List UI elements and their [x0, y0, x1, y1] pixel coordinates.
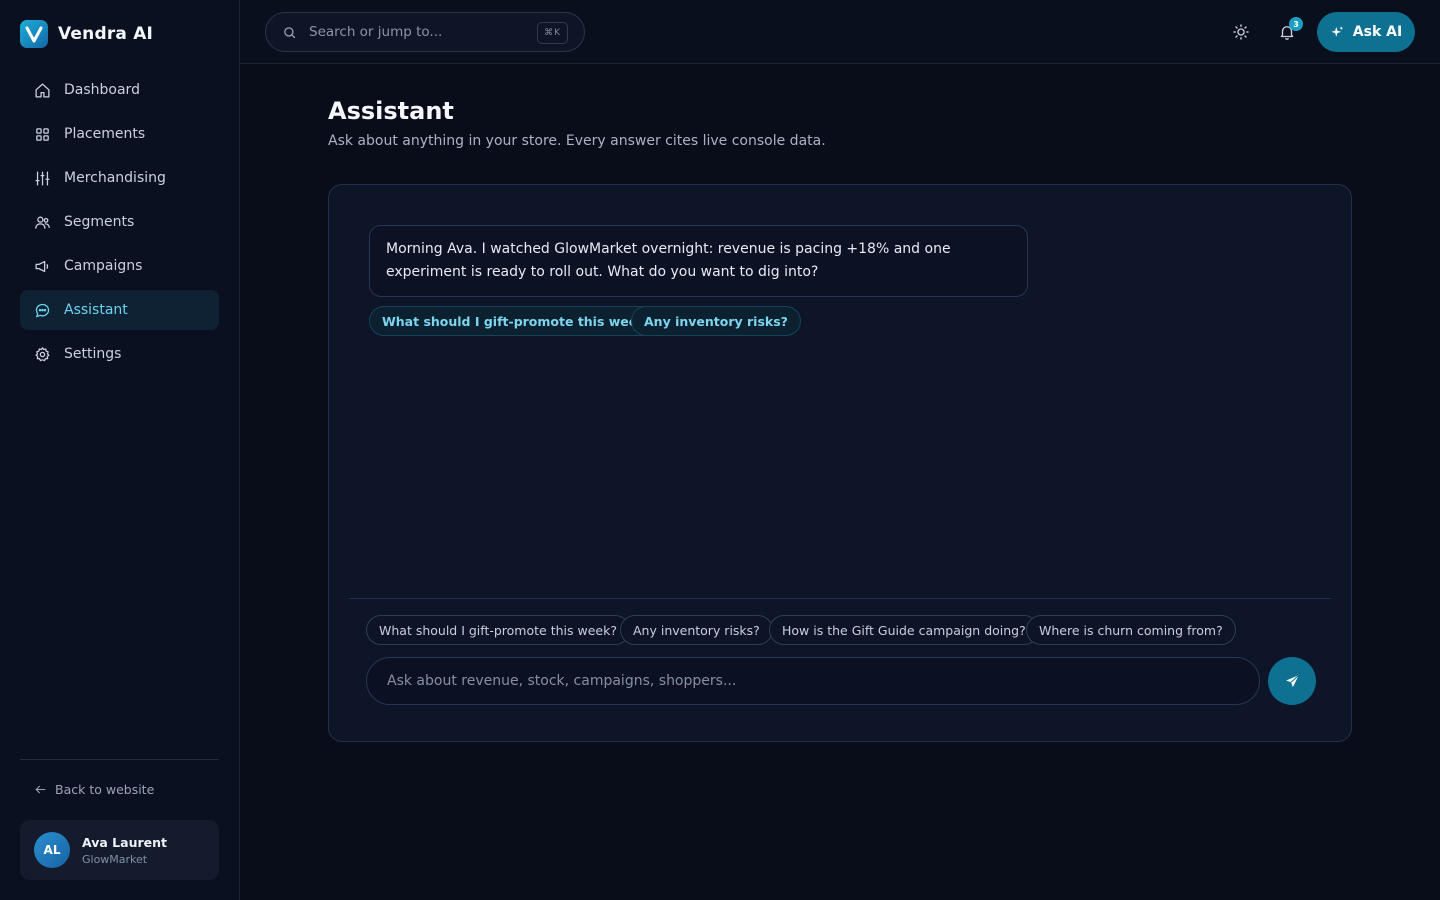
arrow-left-icon	[35, 785, 46, 794]
topbar: ⌘K 3 Ask AI	[240, 0, 1440, 64]
sidebar-item-label: Placements	[64, 126, 146, 142]
sliders-icon	[35, 170, 50, 186]
sidebar-item-label: Campaigns	[64, 258, 143, 274]
quick-prompt-chip[interactable]: Any inventory risks?	[620, 615, 773, 645]
theme-toggle-button[interactable]	[1229, 20, 1253, 44]
grid-icon	[36, 127, 49, 141]
inline-suggestion-chip[interactable]: What should I gift-promote this week?	[369, 306, 666, 336]
chat-panel: Morning Ava. I watched GlowMarket overni…	[328, 184, 1352, 742]
user-name: Ava Laurent	[82, 834, 167, 850]
sidebar-divider	[20, 759, 219, 760]
search-shortcut-hint: ⌘K	[537, 22, 568, 44]
inline-suggestion-chip[interactable]: Any inventory risks?	[631, 306, 801, 336]
sidebar-item-merchandising[interactable]: Merchandising	[20, 158, 219, 198]
chat-input[interactable]	[387, 673, 1237, 689]
chat-divider	[349, 598, 1331, 599]
search-input[interactable]	[309, 24, 519, 40]
notifications-button[interactable]: 3	[1275, 17, 1303, 44]
send-icon	[1285, 674, 1299, 687]
vendra-logo-icon	[20, 20, 48, 48]
sidebar-item-label: Merchandising	[64, 170, 166, 186]
search-bar[interactable]: ⌘K	[265, 12, 585, 52]
sidebar: Vendra AI Dashboard Placements Merchandi…	[0, 0, 240, 900]
page-title: Assistant	[328, 97, 454, 125]
sun-icon	[1233, 24, 1249, 40]
send-button[interactable]	[1268, 657, 1316, 705]
ask-ai-button[interactable]: Ask AI	[1317, 12, 1415, 52]
sparkle-icon	[1331, 25, 1343, 37]
brand[interactable]: Vendra AI	[20, 20, 153, 48]
back-to-website-link[interactable]: Back to website	[34, 782, 154, 797]
sidebar-item-label: Dashboard	[64, 82, 140, 98]
avatar: AL	[34, 832, 70, 868]
gear-icon	[35, 346, 50, 361]
user-card[interactable]: AL Ava Laurent GlowMarket	[20, 820, 219, 880]
sidebar-item-campaigns[interactable]: Campaigns	[20, 246, 219, 286]
sidebar-item-segments[interactable]: Segments	[20, 202, 219, 242]
sidebar-item-label: Segments	[64, 214, 135, 230]
chat-composer[interactable]	[366, 657, 1260, 705]
page-subtitle: Ask about anything in your store. Every …	[328, 133, 826, 149]
search-icon	[284, 26, 296, 38]
sidebar-item-assistant[interactable]: Assistant	[20, 290, 219, 330]
sidebar-nav: Dashboard Placements Merchandising Segme…	[20, 70, 219, 378]
users-icon	[35, 216, 50, 229]
sidebar-item-label: Assistant	[64, 302, 128, 318]
chat-bubble-icon	[35, 303, 50, 318]
sidebar-item-settings[interactable]: Settings	[20, 334, 219, 374]
home-icon	[35, 82, 50, 98]
notification-badge: 3	[1289, 17, 1303, 31]
sidebar-item-dashboard[interactable]: Dashboard	[20, 70, 219, 110]
assistant-message: Morning Ava. I watched GlowMarket overni…	[369, 225, 1028, 297]
brand-name: Vendra AI	[58, 24, 154, 44]
sidebar-item-placements[interactable]: Placements	[20, 114, 219, 154]
sidebar-item-label: Settings	[64, 346, 122, 362]
ask-ai-label: Ask AI	[1352, 24, 1403, 40]
quick-prompt-chip[interactable]: Where is churn coming from?	[1026, 615, 1236, 645]
quick-prompt-chip[interactable]: What should I gift-promote this week?	[366, 615, 630, 645]
megaphone-icon	[35, 260, 49, 272]
quick-prompt-chip[interactable]: How is the Gift Guide campaign doing?	[769, 615, 1039, 645]
user-org: GlowMarket	[82, 852, 148, 866]
back-link-label: Back to website	[55, 782, 155, 797]
user-meta: Ava Laurent GlowMarket	[82, 835, 167, 866]
